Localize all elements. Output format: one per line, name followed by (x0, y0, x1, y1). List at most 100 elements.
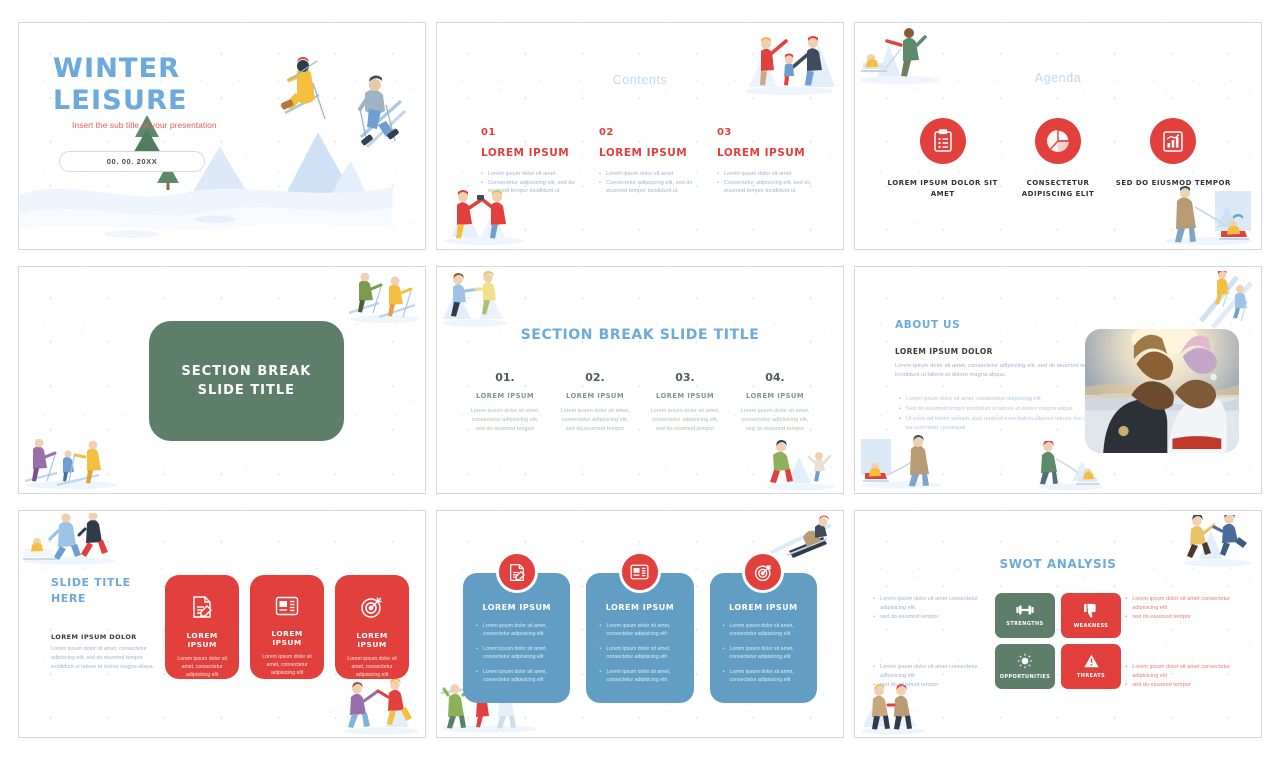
slide-thumbnail-section-break[interactable]: SECTION BREAK SLIDE TITLE (18, 266, 426, 494)
agenda-item-label: SED DO EIUSMOD TEMPOR (1115, 179, 1231, 187)
swot-right-top-bullets: Lorem ipsum dolor sit amet consectetur a… (1125, 595, 1247, 622)
step-column-3: 03. LOREM IPSUM Lorem ipsum dolor sit am… (643, 371, 727, 434)
swot-left-bottom-bullets: Lorem ipsum dolor sit amet consectetur a… (873, 663, 995, 690)
blue-card-2[interactable]: LOREM IPSUM Lorem ipsum dolor sit amet, … (586, 551, 694, 703)
column-heading: LOREM IPSUM (481, 147, 570, 159)
blue-card-3[interactable]: LOREM IPSUM Lorem ipsum dolor sit amet, … (709, 551, 817, 703)
agenda-slide-title: Agenda (1034, 71, 1082, 85)
about-us-paragraph: Lorem ipsum dolor sit amet, consectetur … (895, 363, 1099, 379)
bullet-item: sed do eiusmod tempor (873, 681, 995, 690)
card-title: LOREM IPSUM (729, 603, 798, 612)
contents-slide-title: Contents (612, 73, 668, 87)
title-slide-heading: WINTER LEISURE (53, 53, 280, 117)
target-icon (345, 595, 399, 619)
section-steps-title: SECTION BREAK SLIDE TITLE (520, 327, 760, 343)
bullet-item: Consectetur adipisicing elit, sed do eiu… (717, 179, 817, 196)
step-column-4: 04. LOREM IPSUM Lorem ipsum dolor sit am… (733, 371, 817, 434)
slide-thumbnail-about-us[interactable]: ABOUT US LOREM IPSUM DOLOR Lorem ipsum d… (854, 266, 1262, 494)
step-heading: LOREM IPSUM (656, 392, 714, 400)
card-bullets: Lorem ipsum dolor sit amet, consectetur … (598, 622, 681, 684)
card-title: LOREM IPSUM (271, 629, 303, 647)
bullet-item: Lorem ipsum dolor sit amet, consectetur … (475, 645, 558, 661)
slide-thumbnail-swot[interactable]: SWOT ANALYSIS STRENGTHS WEAKNESS OPPORTU… (854, 510, 1262, 738)
slide-thumbnail-section-break-steps[interactable]: SECTION BREAK SLIDE TITLE 01. LOREM IPSU… (436, 266, 844, 494)
card-title: LOREM IPSUM (356, 631, 388, 649)
bullet-item: Lorem ipsum dolor sit amet consectetur a… (1125, 663, 1247, 681)
step-number: 04. (765, 371, 785, 384)
step-column-2: 02. LOREM IPSUM Lorem ipsum dolor sit am… (553, 371, 637, 434)
step-heading: LOREM IPSUM (566, 392, 624, 400)
bullet-item: Lorem ipsum dolor sit amet consectetur a… (1125, 595, 1247, 613)
swot-box-label: OPPORTUNITIES (999, 674, 1051, 680)
bullet-item: sed do eiusmod tempor (1125, 613, 1247, 622)
agenda-item-1[interactable]: LOREM IPSUM DOLOR SIT AMET (885, 118, 1000, 199)
two-skiers-illustration (348, 273, 419, 323)
red-card-3[interactable]: LOREM IPSUM Lorem ipsum dolor sit amet, … (335, 575, 410, 685)
sled-family-run-illustration (23, 513, 115, 565)
red-card-1[interactable]: LOREM IPSUM Lorem ipsum dolor sit amet, … (165, 575, 240, 685)
bullet-item: Lorem ipsum dolor sit amet (481, 170, 581, 179)
contents-column-1: 01 LOREM IPSUM Lorem ipsum dolor sit ame… (481, 127, 581, 196)
step-body: Lorem ipsum dolor sit amet, consectetur … (740, 408, 810, 432)
bullet-item: Consectetur adipisicing elit, sed do eiu… (481, 179, 581, 196)
swot-box-strengths[interactable]: STRENGTHS (995, 593, 1055, 638)
red-cards-heading: LOREM IPSUM DOLOR (51, 633, 137, 641)
document-edit-icon (495, 551, 538, 593)
lightbulb-icon (1017, 653, 1033, 669)
bullet-item: Lorem ipsum dolor sit amet, consectetur … (475, 668, 558, 684)
card-bullets: Lorem ipsum dolor sit amet, consectetur … (475, 622, 558, 684)
document-edit-icon (175, 595, 229, 619)
swot-box-label: WEAKNESS (1073, 622, 1109, 629)
bullet-item: Lorem ipsum dolor sit amet, consectetur … (598, 622, 681, 638)
target-icon (742, 551, 785, 593)
swot-box-threats[interactable]: THREATS (1061, 644, 1121, 689)
downhill-skiers-illustration (1199, 271, 1253, 329)
slide-thumbnail-contents[interactable]: Contents 01 LOREM IPSUM Lorem ipsum dolo… (436, 22, 844, 250)
step-number: 02. (585, 371, 605, 384)
swot-matrix: STRENGTHS WEAKNESS OPPORTUNITIES THREATS (995, 593, 1121, 689)
column-bullets: Lorem ipsum dolor sit amet Consectetur a… (717, 170, 817, 196)
swot-box-opportunities[interactable]: OPPORTUNITIES (995, 644, 1055, 689)
title-line-1: SLIDE TITLE (51, 576, 131, 589)
column-number: 01 (481, 127, 496, 138)
step-heading: LOREM IPSUM (476, 392, 534, 400)
dumbbell-icon (1016, 604, 1034, 616)
slide-thumbnail-blue-cards[interactable]: LOREM IPSUM Lorem ipsum dolor sit amet, … (436, 510, 844, 738)
column-bullets: Lorem ipsum dolor sit amet Consectetur a… (599, 170, 699, 196)
skating-pair-illustration (443, 271, 507, 327)
about-us-heading: LOREM IPSUM DOLOR (895, 347, 993, 356)
slide-thumbnail-title[interactable]: WINTER LEISURE Insert the sub title of y… (18, 22, 426, 250)
title-line-1: WINTER (53, 53, 181, 84)
agenda-item-3[interactable]: SED DO EIUSMOD TEMPOR (1116, 118, 1231, 199)
bullet-item: Lorem ipsum dolor sit amet (599, 170, 699, 179)
card-title: LOREM IPSUM (605, 603, 675, 612)
about-us-title: ABOUT US (895, 319, 961, 331)
swot-box-weakness[interactable]: WEAKNESS (1061, 593, 1121, 638)
bullet-item: Lorem ipsum dolor sit amet consectetur a… (873, 663, 995, 681)
card-title: LOREM IPSUM (482, 603, 551, 612)
red-card-2[interactable]: LOREM IPSUM Lorem ipsum dolor sit amet, … (250, 575, 325, 685)
agenda-item-label: LOREM IPSUM DOLOR SIT AMET (887, 179, 998, 198)
agenda-item-2[interactable]: CONSECTETUR ADIPISCING ELIT (1000, 118, 1115, 199)
title-slide-date-pill: 00. 00. 20XX (59, 151, 206, 172)
card-bullets: Lorem ipsum dolor sit amet, consectetur … (722, 622, 805, 684)
step-number: 03. (675, 371, 695, 384)
contents-column-3: 03 LOREM IPSUM Lorem ipsum dolor sit ame… (717, 127, 817, 196)
warning-triangle-icon (1083, 654, 1099, 668)
red-cards-paragraph: Lorem ipsum dolor sit amet, consectetur … (51, 646, 155, 670)
section-steps-row: 01. LOREM IPSUM Lorem ipsum dolor sit am… (463, 371, 817, 434)
agenda-item-label: CONSECTETUR ADIPISCING ELIT (1021, 179, 1095, 198)
step-body: Lorem ipsum dolor sit amet, consectetur … (470, 408, 540, 432)
skating-couple-illustration (343, 679, 419, 735)
slide-thumbnail-agenda[interactable]: Agenda LOREM IPSUM DOLOR SIT AMET CONSEC… (854, 22, 1262, 250)
slide-thumbnail-red-cards[interactable]: SLIDE TITLE HERE LOREM IPSUM DOLOR Lorem… (18, 510, 426, 738)
blue-cards-row: LOREM IPSUM Lorem ipsum dolor sit amet, … (463, 551, 817, 703)
swot-right-bottom-bullets: Lorem ipsum dolor sit amet consectetur a… (1125, 663, 1247, 690)
card-body: Lorem ipsum dolor sit amet, consectetur … (262, 654, 312, 677)
step-number: 01. (495, 371, 515, 384)
step-column-1: 01. LOREM IPSUM Lorem ipsum dolor sit am… (463, 371, 547, 434)
section-break-box: SECTION BREAK SLIDE TITLE (148, 321, 344, 441)
bullet-item: Lorem ipsum dolor sit amet, consectetur … (475, 622, 558, 638)
column-number: 03 (717, 127, 732, 138)
blue-card-1[interactable]: LOREM IPSUM Lorem ipsum dolor sit amet, … (463, 551, 571, 703)
